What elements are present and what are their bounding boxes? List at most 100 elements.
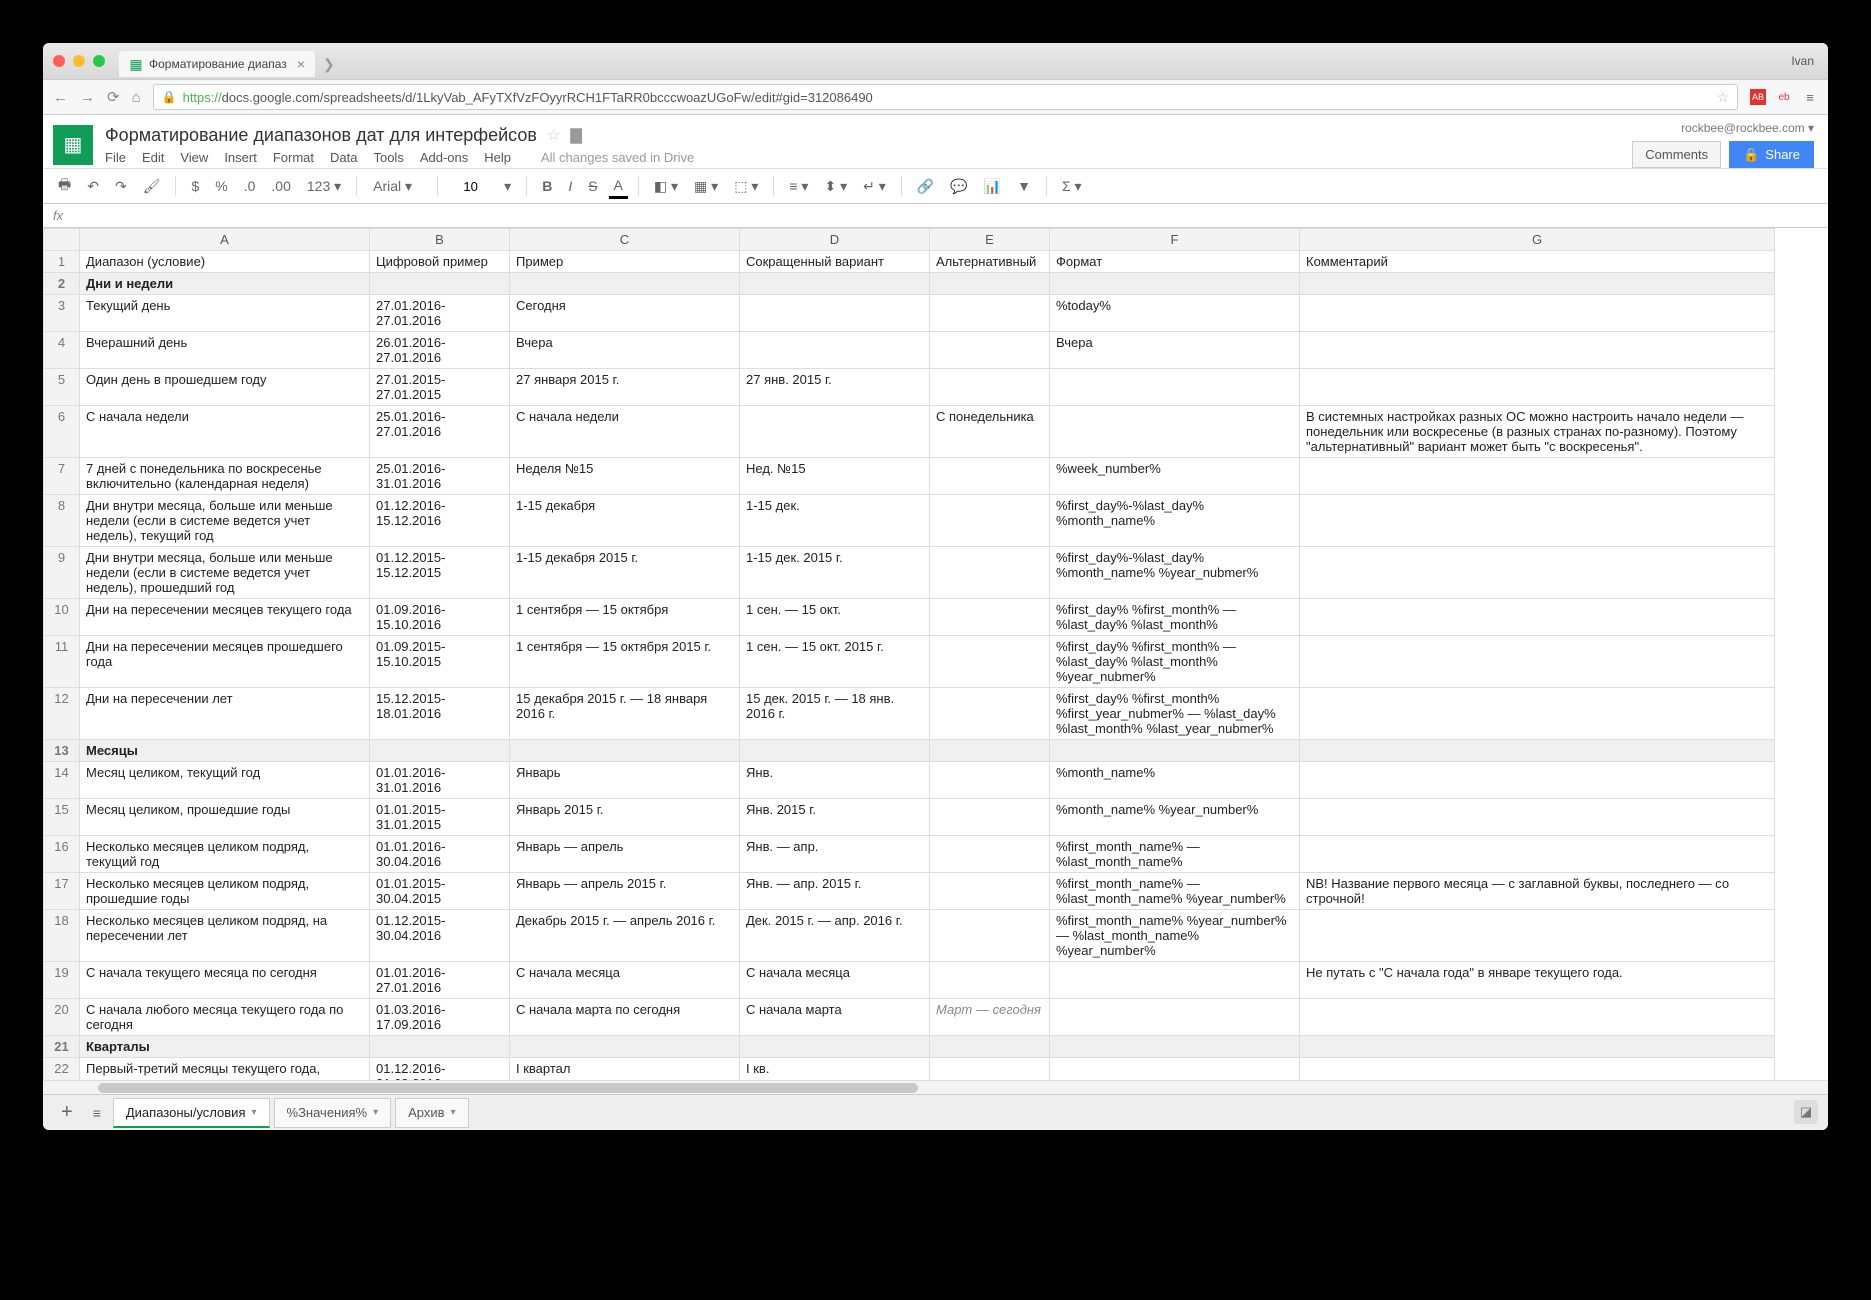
extension-ebay-icon[interactable]: eb: [1776, 89, 1792, 105]
cell[interactable]: Несколько месяцев целиком подряд, на пер…: [80, 910, 370, 962]
cell[interactable]: Январь 2015 г.: [510, 799, 740, 836]
cell[interactable]: [930, 369, 1050, 406]
cell[interactable]: %first_day% %first_month% — %last_day% %…: [1050, 636, 1300, 688]
row-header[interactable]: 7: [44, 458, 80, 495]
cell[interactable]: %first_day%-%last_day% %month_name%: [1050, 495, 1300, 547]
cell[interactable]: 1 сен. — 15 окт. 2015 г.: [740, 636, 930, 688]
cell[interactable]: [930, 762, 1050, 799]
cell[interactable]: 01.12.2016-15.12.2016: [370, 495, 510, 547]
increase-decimal-button[interactable]: .00: [266, 175, 295, 197]
column-header-D[interactable]: D: [740, 229, 930, 251]
cell[interactable]: Вчера: [510, 332, 740, 369]
cell[interactable]: Дек. 2015 г. — апр. 2016 г.: [740, 910, 930, 962]
cell[interactable]: [1050, 406, 1300, 458]
cell[interactable]: [1050, 273, 1300, 295]
folder-icon[interactable]: ▇: [570, 126, 582, 144]
back-button[interactable]: ←: [53, 89, 68, 106]
cell[interactable]: [1300, 999, 1775, 1036]
forward-button[interactable]: →: [80, 89, 95, 106]
menu-tools[interactable]: Tools: [373, 150, 403, 165]
h-align-button[interactable]: ≡ ▾: [784, 175, 813, 198]
cell[interactable]: Март — сегодня: [930, 999, 1050, 1036]
menu-file[interactable]: File: [105, 150, 126, 165]
cell[interactable]: %first_month_name% — %last_month_name% %…: [1050, 873, 1300, 910]
cell[interactable]: %first_month_name% — %last_month_name%: [1050, 836, 1300, 873]
decrease-decimal-button[interactable]: .0: [239, 175, 261, 197]
functions-button[interactable]: Σ ▾: [1057, 175, 1087, 198]
paint-format-icon[interactable]: 🖌: [138, 175, 166, 198]
cell[interactable]: %month_name%: [1050, 762, 1300, 799]
cell[interactable]: Январь — апрель: [510, 836, 740, 873]
cell[interactable]: 26.01.2016-27.01.2016: [370, 332, 510, 369]
cell[interactable]: %week_number%: [1050, 458, 1300, 495]
cell[interactable]: Комментарий: [1300, 251, 1775, 273]
column-header-B[interactable]: B: [370, 229, 510, 251]
home-button[interactable]: ⌂: [132, 89, 141, 106]
cell[interactable]: [1300, 836, 1775, 873]
currency-button[interactable]: $: [186, 175, 204, 197]
cell[interactable]: 1-15 декабря 2015 г.: [510, 547, 740, 599]
cell[interactable]: [930, 547, 1050, 599]
cell[interactable]: 1 сентября — 15 октября 2015 г.: [510, 636, 740, 688]
minimize-window-button[interactable]: [73, 55, 85, 67]
cell[interactable]: [1300, 1036, 1775, 1058]
cell[interactable]: Цифровой пример: [370, 251, 510, 273]
fill-color-button[interactable]: ◧ ▾: [649, 175, 683, 198]
cell[interactable]: 15 дек. 2015 г. — 18 янв. 2016 г.: [740, 688, 930, 740]
borders-button[interactable]: ▦ ▾: [689, 175, 723, 198]
cell[interactable]: [930, 688, 1050, 740]
cell[interactable]: [930, 458, 1050, 495]
cell[interactable]: [1300, 547, 1775, 599]
cell[interactable]: 25.01.2016-27.01.2016: [370, 406, 510, 458]
cell[interactable]: Янв. — апр.: [740, 836, 930, 873]
cell[interactable]: [930, 740, 1050, 762]
row-header[interactable]: 13: [44, 740, 80, 762]
cell[interactable]: [740, 295, 930, 332]
font-size-dropdown[interactable]: ▾: [499, 175, 516, 198]
chevron-down-icon[interactable]: ▾: [451, 1107, 456, 1118]
cell[interactable]: С понедельника: [930, 406, 1050, 458]
cell[interactable]: [1300, 332, 1775, 369]
column-header-F[interactable]: F: [1050, 229, 1300, 251]
menu-edit[interactable]: Edit: [142, 150, 164, 165]
cell[interactable]: [1300, 369, 1775, 406]
undo-icon[interactable]: ↶: [82, 175, 104, 198]
row-header[interactable]: 4: [44, 332, 80, 369]
cell[interactable]: [930, 332, 1050, 369]
cell[interactable]: Формат: [1050, 251, 1300, 273]
cell[interactable]: Месяц целиком, текущий год: [80, 762, 370, 799]
cell[interactable]: [1300, 295, 1775, 332]
cell[interactable]: I кв.: [740, 1058, 930, 1081]
number-format-button[interactable]: 123 ▾: [302, 175, 346, 198]
cell[interactable]: Дни и недели: [80, 273, 370, 295]
cell[interactable]: Текущий день: [80, 295, 370, 332]
cell[interactable]: [1300, 495, 1775, 547]
cell[interactable]: Янв. — апр. 2015 г.: [740, 873, 930, 910]
select-all-corner[interactable]: [44, 229, 80, 251]
wrap-button[interactable]: ↵ ▾: [858, 175, 891, 198]
cell[interactable]: [740, 406, 930, 458]
sheet-tab[interactable]: %Значения%▾: [274, 1098, 392, 1128]
cell[interactable]: [930, 295, 1050, 332]
cell[interactable]: %month_name% %year_number%: [1050, 799, 1300, 836]
cell[interactable]: Янв. 2015 г.: [740, 799, 930, 836]
cell[interactable]: [1050, 740, 1300, 762]
italic-button[interactable]: I: [563, 175, 577, 197]
cell[interactable]: Янв.: [740, 762, 930, 799]
cell[interactable]: Один день в прошедшем году: [80, 369, 370, 406]
cell[interactable]: С начала недели: [80, 406, 370, 458]
cell[interactable]: %first_month_name% %year_number% — %last…: [1050, 910, 1300, 962]
link-button[interactable]: 🔗: [912, 175, 939, 198]
cell[interactable]: [740, 273, 930, 295]
cell[interactable]: [930, 962, 1050, 999]
row-header[interactable]: 14: [44, 762, 80, 799]
cell[interactable]: 25.01.2016-31.01.2016: [370, 458, 510, 495]
cell[interactable]: [370, 273, 510, 295]
sheets-logo-icon[interactable]: ▦: [53, 125, 93, 165]
row-header[interactable]: 6: [44, 406, 80, 458]
strikethrough-button[interactable]: S: [583, 175, 602, 197]
row-header[interactable]: 15: [44, 799, 80, 836]
cell[interactable]: [930, 599, 1050, 636]
share-button[interactable]: 🔒Share: [1729, 141, 1814, 168]
sheet-tab[interactable]: Архив▾: [395, 1098, 468, 1128]
